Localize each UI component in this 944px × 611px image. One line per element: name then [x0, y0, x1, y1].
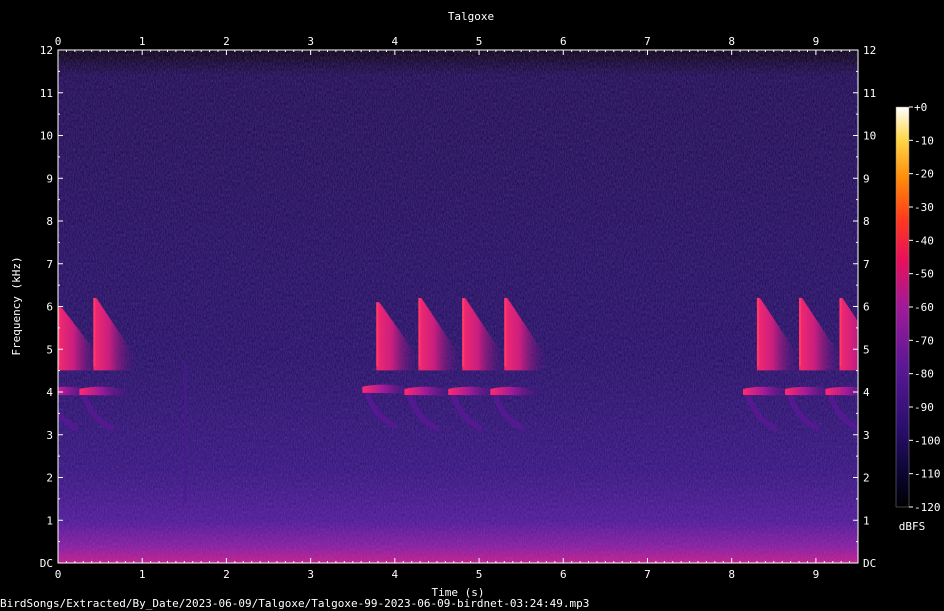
- colorbar-gradient: [896, 107, 909, 507]
- colorbar-tick-label: -100: [914, 434, 941, 447]
- call-lower-syllable: [825, 386, 858, 396]
- colorbar-tick-label: -10: [914, 134, 934, 147]
- colorbar-tick-label: +0: [914, 101, 927, 114]
- x-tick-label-bottom: 7: [644, 568, 651, 581]
- x-tick-label-bottom: 2: [223, 568, 230, 581]
- colorbar-tick-label: -110: [914, 468, 941, 481]
- y-tick-label-right: 5: [863, 343, 870, 356]
- x-tick-label-bottom: 8: [728, 568, 735, 581]
- colorbar-label: dBFS: [899, 520, 926, 533]
- x-tick-label-bottom: 0: [55, 568, 62, 581]
- x-tick-label-bottom: 5: [476, 568, 483, 581]
- spectrogram-chart: 00112233445566778899DC DC1 12 23 34 45 56 67 78 8…: [0, 10, 941, 610]
- y-tick-label-right: 6: [863, 301, 870, 314]
- y-tick-label-right: 11: [863, 87, 876, 100]
- y-tick-label-right: 10: [863, 130, 876, 143]
- y-tick-label-left: DC: [40, 557, 53, 570]
- call-onset-mark: [462, 297, 465, 367]
- colorbar-tick-label: -30: [914, 201, 934, 214]
- y-tick-label-left: 8: [46, 215, 53, 228]
- call-onset-mark: [504, 297, 507, 367]
- colorbar-tick-label: -20: [914, 168, 934, 181]
- y-tick-label-right: 12: [863, 44, 876, 57]
- x-tick-label-top: 0: [55, 35, 62, 48]
- y-tick-label-left: 9: [46, 172, 53, 185]
- y-tick-label-left: 3: [46, 429, 53, 442]
- y-tick-label-right: 2: [863, 472, 870, 485]
- x-tick-label-bottom: 9: [813, 568, 820, 581]
- x-tick-label-bottom: 1: [139, 568, 146, 581]
- plot-area: [57, 49, 859, 564]
- colorbar: +0 -10 -20 -30 -40 -50 -60 -70 -80 -90 -100 -110 -12…: [895, 101, 941, 533]
- chart-title: Talgoxe: [448, 10, 494, 23]
- x-tick-label-top: 3: [307, 35, 314, 48]
- y-tick-label-left: 5: [46, 343, 53, 356]
- y-tick-label-left: 2: [46, 472, 53, 485]
- x-tick-label-bottom: 4: [392, 568, 399, 581]
- colorbar-ticks: +0 -10 -20 -30 -40 -50 -60 -70 -80 -90 -100 -110 -12…: [909, 101, 941, 514]
- y-tick-label-left: 6: [46, 301, 53, 314]
- x-tick-label-top: 2: [223, 35, 230, 48]
- colorbar-tick-label: -40: [914, 234, 934, 247]
- y-tick-label-left: 4: [46, 386, 53, 399]
- colorbar-tick-label: -70: [914, 334, 934, 347]
- x-tick-label-top: 6: [560, 35, 567, 48]
- call-upper-syllable: [839, 297, 858, 371]
- call-onset-mark: [799, 297, 802, 367]
- y-tick-label-right: 4: [863, 386, 870, 399]
- y-tick-label-left: 11: [40, 87, 53, 100]
- colorbar-tick-label: -60: [914, 301, 934, 314]
- colorbar-tick-label: -50: [914, 268, 934, 281]
- y-tick-label-right: 1: [863, 514, 870, 527]
- y-tick-label-left: 7: [46, 258, 53, 271]
- y-tick-label-right: 3: [863, 429, 870, 442]
- colorbar-tick-label: -90: [914, 401, 934, 414]
- colorbar-tick-label: -80: [914, 368, 934, 381]
- spectrogram-noise: [58, 50, 858, 563]
- x-tick-label-top: 5: [476, 35, 483, 48]
- transient-streak: [184, 362, 187, 504]
- y-tick-label-left: 1: [46, 514, 53, 527]
- x-tick-label-bottom: 6: [560, 568, 567, 581]
- y-tick-label-left: 10: [40, 130, 53, 143]
- call-onset-mark: [756, 297, 759, 367]
- y-tick-label-left: 12: [40, 44, 53, 57]
- y-axis-label: Frequency (kHz): [10, 256, 23, 355]
- x-tick-label-top: 7: [644, 35, 651, 48]
- file-path: BirdSongs/Extracted/By_Date/2023-06-09/T…: [0, 597, 589, 610]
- y-tick-label-right: 7: [863, 258, 870, 271]
- y-tick-label-right: DC: [863, 557, 876, 570]
- call-onset-mark: [93, 297, 96, 367]
- colorbar-tick-label: -120: [914, 501, 941, 514]
- x-tick-label-top: 1: [139, 35, 146, 48]
- call-onset-mark: [839, 297, 842, 367]
- call-onset-mark: [418, 297, 421, 367]
- x-tick-label-bottom: 3: [307, 568, 314, 581]
- y-tick-label-right: 9: [863, 172, 870, 185]
- x-tick-label-top: 4: [392, 35, 399, 48]
- y-tick-label-right: 8: [863, 215, 870, 228]
- x-tick-label-top: 9: [813, 35, 820, 48]
- call-onset-mark: [376, 302, 379, 367]
- x-tick-label-top: 8: [728, 35, 735, 48]
